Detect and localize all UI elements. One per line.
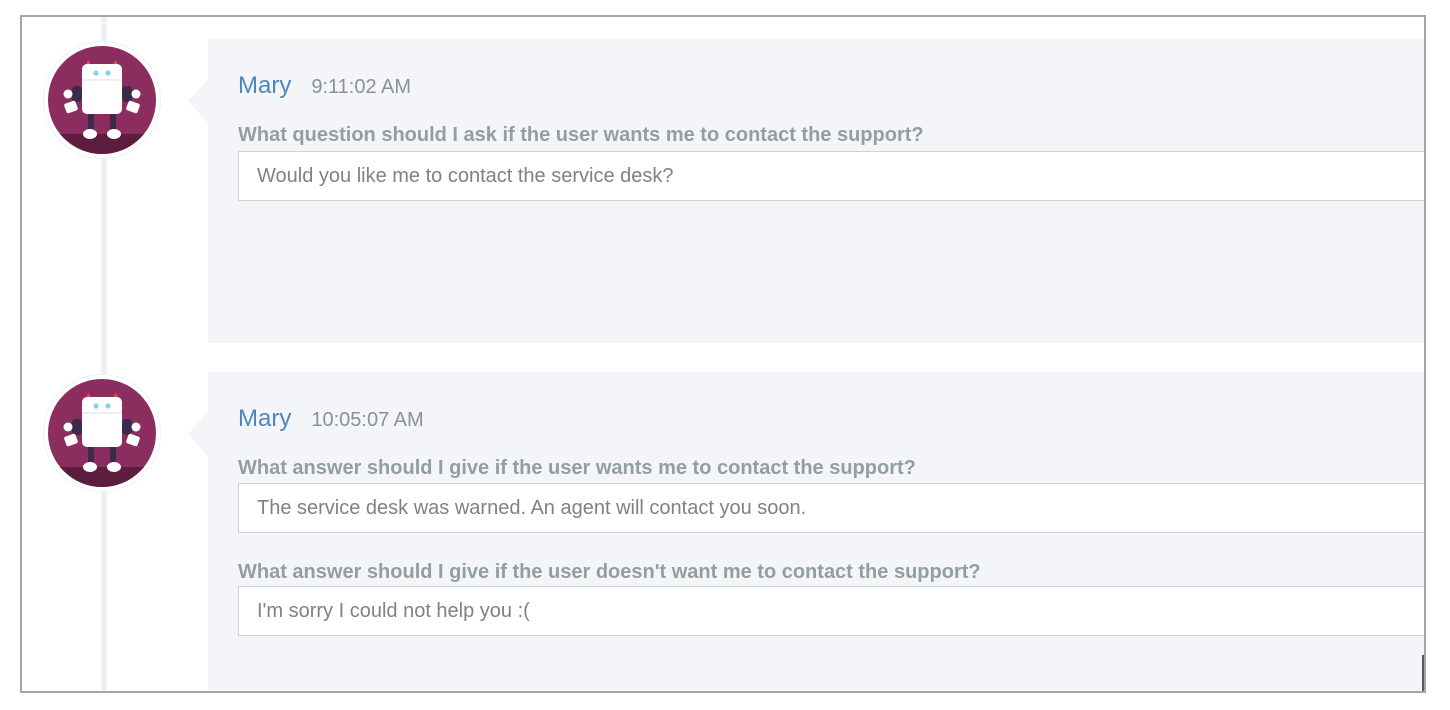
message-header: Mary 10:05:07 AM xyxy=(238,405,424,435)
conversation-panel: Mary 9:11:02 AM What question should I a… xyxy=(20,15,1426,693)
robot-icon xyxy=(48,46,156,154)
question-label: What answer should I give if the user wa… xyxy=(238,457,916,479)
scrollbar-thumb[interactable] xyxy=(1422,655,1424,691)
author-name[interactable]: Mary xyxy=(238,72,291,100)
message-header: Mary 9:11:02 AM xyxy=(238,72,411,102)
message-bubble: Mary 9:11:02 AM What question should I a… xyxy=(188,39,1424,343)
message-bubble: Mary 10:05:07 AM What answer should I gi… xyxy=(188,372,1424,691)
answer-field[interactable]: I'm sorry I could not help you :( xyxy=(238,586,1424,636)
message-timestamp: 10:05:07 AM xyxy=(311,409,424,431)
answer-text: Would you like me to contact the service… xyxy=(257,164,674,187)
author-name[interactable]: Mary xyxy=(238,405,291,433)
message-item: Mary 10:05:07 AM What answer should I gi… xyxy=(22,372,1424,691)
answer-field[interactable]: The service desk was warned. An agent wi… xyxy=(238,483,1424,533)
question-label: What question should I ask if the user w… xyxy=(238,124,924,146)
robot-icon xyxy=(48,379,156,487)
message-item: Mary 9:11:02 AM What question should I a… xyxy=(22,39,1424,343)
answer-text: I'm sorry I could not help you :( xyxy=(257,599,530,622)
answer-field[interactable]: Would you like me to contact the service… xyxy=(238,151,1424,201)
avatar[interactable] xyxy=(44,42,160,158)
answer-text: The service desk was warned. An agent wi… xyxy=(257,496,807,519)
message-timestamp: 9:11:02 AM xyxy=(311,76,412,98)
question-label: What answer should I give if the user do… xyxy=(238,561,981,583)
avatar[interactable] xyxy=(44,375,160,491)
